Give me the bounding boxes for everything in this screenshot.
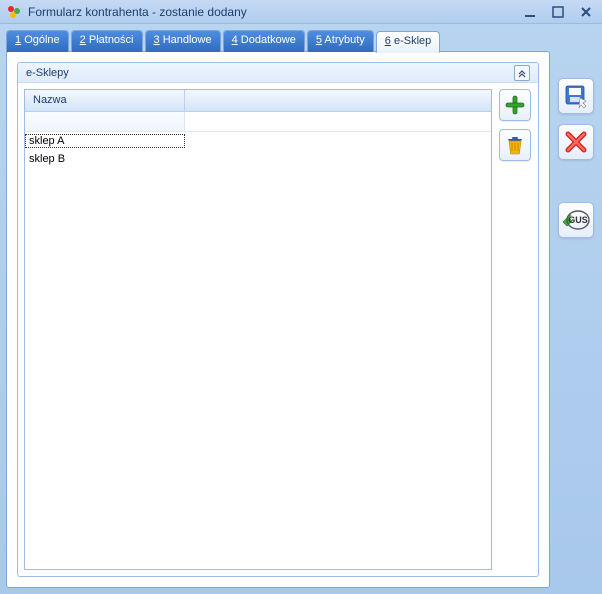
delete-button[interactable] xyxy=(499,129,531,161)
tab-platnosci[interactable]: 2 Płatności xyxy=(71,30,143,52)
column-spacer xyxy=(185,90,491,112)
gus-label: GUS xyxy=(568,215,588,225)
titlebar: Formularz kontrahenta - zostanie dodany xyxy=(0,0,602,24)
table-body: sklep A sklep B xyxy=(25,132,491,569)
close-button[interactable] xyxy=(576,4,596,20)
tab-panel-esklep: e-Sklepy Nazwa xyxy=(6,51,550,588)
tab-handlowe[interactable]: 3 Handlowe xyxy=(145,30,221,52)
tab-dodatkowe[interactable]: 4 Dodatkowe xyxy=(223,30,305,52)
save-button[interactable] xyxy=(558,78,594,114)
app-icon xyxy=(6,4,22,20)
collapse-button[interactable] xyxy=(514,65,530,81)
esklepy-group-title: e-Sklepy xyxy=(26,67,514,79)
filter-row[interactable] xyxy=(25,112,491,132)
maximize-button[interactable] xyxy=(548,4,568,20)
tab-atrybuty[interactable]: 5 Atrybuty xyxy=(307,30,374,52)
esklepy-group: e-Sklepy Nazwa xyxy=(17,62,539,577)
table-row[interactable]: sklep A xyxy=(25,132,491,150)
table-row[interactable]: sklep B xyxy=(25,150,491,168)
esklepy-table: Nazwa sklep A xyxy=(24,89,492,570)
tab-esklep[interactable]: 6 e-Sklep xyxy=(376,31,440,53)
minimize-button[interactable] xyxy=(520,4,540,20)
cell-nazwa: sklep B xyxy=(25,152,185,166)
table-head: Nazwa xyxy=(25,90,491,112)
add-button[interactable] xyxy=(499,89,531,121)
gus-button[interactable]: GUS xyxy=(558,202,594,238)
cell-nazwa: sklep A xyxy=(25,134,185,148)
cancel-button[interactable] xyxy=(558,124,594,160)
filter-nazwa[interactable] xyxy=(25,112,185,132)
tab-bar: 1 Ogólne 2 Płatności 3 Handlowe 4 Dodatk… xyxy=(6,30,596,52)
column-nazwa[interactable]: Nazwa xyxy=(25,90,185,112)
window-title: Formularz kontrahenta - zostanie dodany xyxy=(28,5,520,19)
tab-ogolne[interactable]: 1 Ogólne xyxy=(6,30,69,52)
